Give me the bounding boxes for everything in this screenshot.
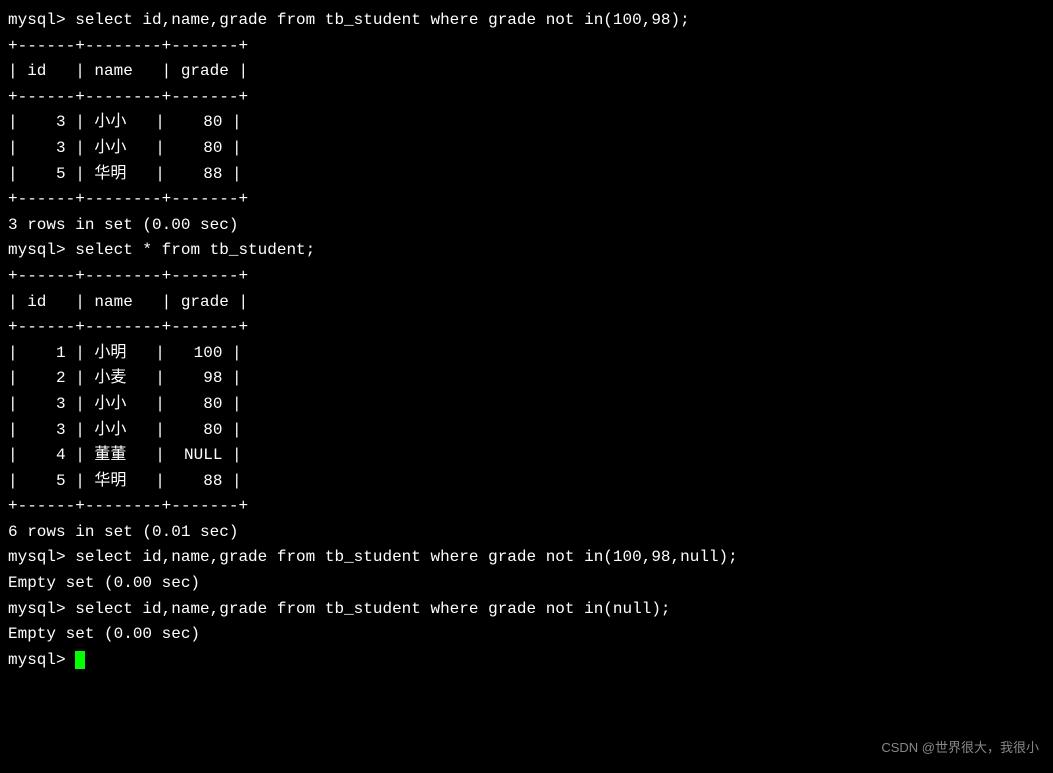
mysql-prompt: mysql>: [8, 600, 75, 618]
table-border: +------+--------+-------+: [8, 34, 1045, 60]
query-line: mysql> select id,name,grade from tb_stud…: [8, 597, 1045, 623]
terminal-output: mysql> select id,name,grade from tb_stud…: [8, 8, 1045, 673]
cursor-icon: [75, 651, 85, 669]
mysql-prompt: mysql>: [8, 651, 75, 669]
table-header: | id | name | grade |: [8, 290, 1045, 316]
table-row: | 3 | 小小 | 80 |: [8, 136, 1045, 162]
status-line: Empty set (0.00 sec): [8, 571, 1045, 597]
query-line: mysql> select id,name,grade from tb_stud…: [8, 8, 1045, 34]
table-row: | 3 | 小小 | 80 |: [8, 392, 1045, 418]
table-row: | 2 | 小麦 | 98 |: [8, 366, 1045, 392]
table-header: | id | name | grade |: [8, 59, 1045, 85]
watermark-text: CSDN @世界很大，我很小: [881, 738, 1039, 759]
table-row: | 5 | 华明 | 88 |: [8, 162, 1045, 188]
table-border: +------+--------+-------+: [8, 315, 1045, 341]
table-row: | 3 | 小小 | 80 |: [8, 110, 1045, 136]
status-line: 6 rows in set (0.01 sec): [8, 520, 1045, 546]
mysql-prompt: mysql>: [8, 548, 75, 566]
mysql-prompt: mysql>: [8, 11, 75, 29]
sql-query: select id,name,grade from tb_student whe…: [75, 548, 738, 566]
table-border: +------+--------+-------+: [8, 264, 1045, 290]
table-row: | 5 | 华明 | 88 |: [8, 469, 1045, 495]
table-row: | 4 | 董董 | NULL |: [8, 443, 1045, 469]
sql-query: select id,name,grade from tb_student whe…: [75, 11, 690, 29]
sql-query: select * from tb_student;: [75, 241, 315, 259]
table-row: | 1 | 小明 | 100 |: [8, 341, 1045, 367]
status-line: 3 rows in set (0.00 sec): [8, 213, 1045, 239]
table-border: +------+--------+-------+: [8, 85, 1045, 111]
table-border: +------+--------+-------+: [8, 494, 1045, 520]
mysql-prompt: mysql>: [8, 241, 75, 259]
sql-query: select id,name,grade from tb_student whe…: [75, 600, 670, 618]
table-border: +------+--------+-------+: [8, 187, 1045, 213]
query-line: mysql> select id,name,grade from tb_stud…: [8, 545, 1045, 571]
prompt-line[interactable]: mysql>: [8, 648, 1045, 674]
status-line: Empty set (0.00 sec): [8, 622, 1045, 648]
query-line: mysql> select * from tb_student;: [8, 238, 1045, 264]
table-row: | 3 | 小小 | 80 |: [8, 418, 1045, 444]
